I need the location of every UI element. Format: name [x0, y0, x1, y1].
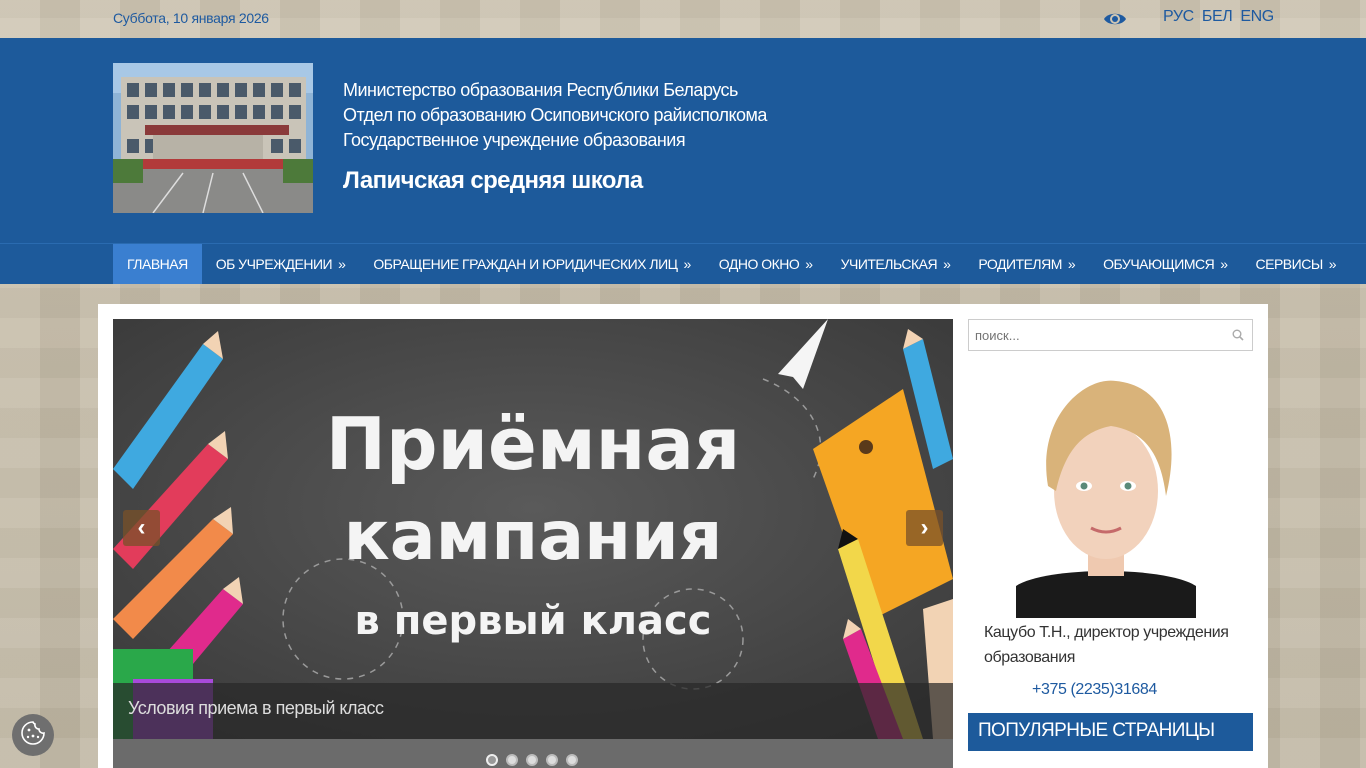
nav-label: Обучающимся [1103, 256, 1215, 272]
search-box [968, 319, 1253, 351]
slide-caption[interactable]: Условия приема в первый класс [128, 698, 384, 719]
nav-item-teachers[interactable]: Учительская » [827, 244, 965, 284]
nav-label: Об учреждении [215, 256, 333, 272]
director-name: Кацубо Т.Н., директор учреждения образов… [984, 624, 1229, 666]
institution-line: Государственное учреждение образования [343, 130, 686, 150]
submenu-marker: » [943, 256, 951, 272]
nav-label: Обращение граждан и юридических лиц [373, 256, 678, 272]
submenu-marker: » [1328, 256, 1337, 272]
slide-caption-bar: Условия приема в первый класс [113, 683, 953, 739]
current-date: Суббота, 10 января 2026 [113, 10, 269, 26]
lang-bel[interactable]: БЕЛ [1202, 8, 1233, 26]
submenu-marker: » [1067, 256, 1076, 272]
nav-item-one-window[interactable]: Одно окно » [705, 244, 827, 284]
lang-rus[interactable]: РУС [1163, 8, 1194, 26]
submenu-marker: » [338, 256, 346, 272]
chevron-left-icon: ‹ [137, 514, 146, 541]
slide-headline-1: Приёмная [326, 402, 741, 486]
slider-dot-4[interactable] [546, 754, 558, 766]
nav-label: Сервисы [1255, 256, 1324, 272]
nav-item-parents[interactable]: Родителям » [964, 244, 1089, 284]
popular-pages-heading: Популярные страницы [968, 713, 1253, 751]
eye-icon[interactable] [1103, 9, 1127, 29]
lang-eng[interactable]: ENG [1240, 8, 1274, 26]
director-phone[interactable]: +375 (2235)31684 [1032, 681, 1157, 699]
search-input[interactable] [969, 320, 1209, 350]
nav-item-services[interactable]: Сервисы» [1242, 244, 1351, 284]
department-line: Отдел по образованию Осиповичского райис… [343, 105, 767, 125]
language-switcher: РУС БЕЛ ENG [1163, 8, 1274, 26]
slider-next-button[interactable]: › [906, 510, 943, 546]
director-photo [1016, 376, 1196, 618]
chevron-right-icon: › [920, 514, 929, 541]
main-content: Приёмная кампания в первый класс ‹ › Усл… [98, 304, 1268, 768]
cookie-icon [20, 720, 46, 751]
ministry-line: Министерство образования Республики Бела… [343, 80, 738, 100]
slider-dot-5[interactable] [566, 754, 578, 766]
news-slider[interactable]: Приёмная кампания в первый класс ‹ › Усл… [113, 319, 953, 739]
slider-dot-3[interactable] [526, 754, 538, 766]
school-building-photo[interactable] [113, 63, 313, 213]
slide-image: Приёмная кампания в первый класс [113, 319, 953, 739]
nav-label: Одно окно [718, 256, 800, 272]
school-name[interactable]: Лапичская средняя школа [343, 167, 767, 195]
submenu-marker: » [1220, 256, 1228, 272]
slide-headline-3: в первый класс [355, 598, 712, 644]
submenu-marker: » [805, 256, 813, 272]
slider-dot-1[interactable] [486, 754, 498, 766]
header-titles: Министерство образования Республики Бела… [343, 78, 767, 195]
cookie-settings-button[interactable] [12, 714, 54, 756]
submenu-marker: » [683, 256, 692, 272]
slider-dot-2[interactable] [506, 754, 518, 766]
nav-item-students[interactable]: Обучающимся » [1089, 244, 1241, 284]
slider-prev-button[interactable]: ‹ [123, 510, 160, 546]
nav-label: Учительская [840, 256, 938, 272]
nav-item-home[interactable]: Главная [113, 244, 202, 284]
nav-label: Главная [127, 256, 188, 272]
top-bar: Суббота, 10 января 2026 РУС БЕЛ ENG [0, 0, 1366, 38]
nav-label: Родителям [978, 256, 1062, 272]
slider-pagination [113, 739, 953, 768]
nav-item-about[interactable]: Об учреждении » [202, 244, 360, 284]
slide-headline-2: кампания [344, 497, 723, 576]
site-header: Министерство образования Республики Бела… [0, 38, 1366, 243]
nav-item-appeals[interactable]: Обращение граждан и юридических лиц » [359, 244, 704, 284]
search-icon[interactable] [1232, 328, 1244, 346]
main-navigation: Главная Об учреждении » Обращение граждан… [0, 243, 1366, 284]
